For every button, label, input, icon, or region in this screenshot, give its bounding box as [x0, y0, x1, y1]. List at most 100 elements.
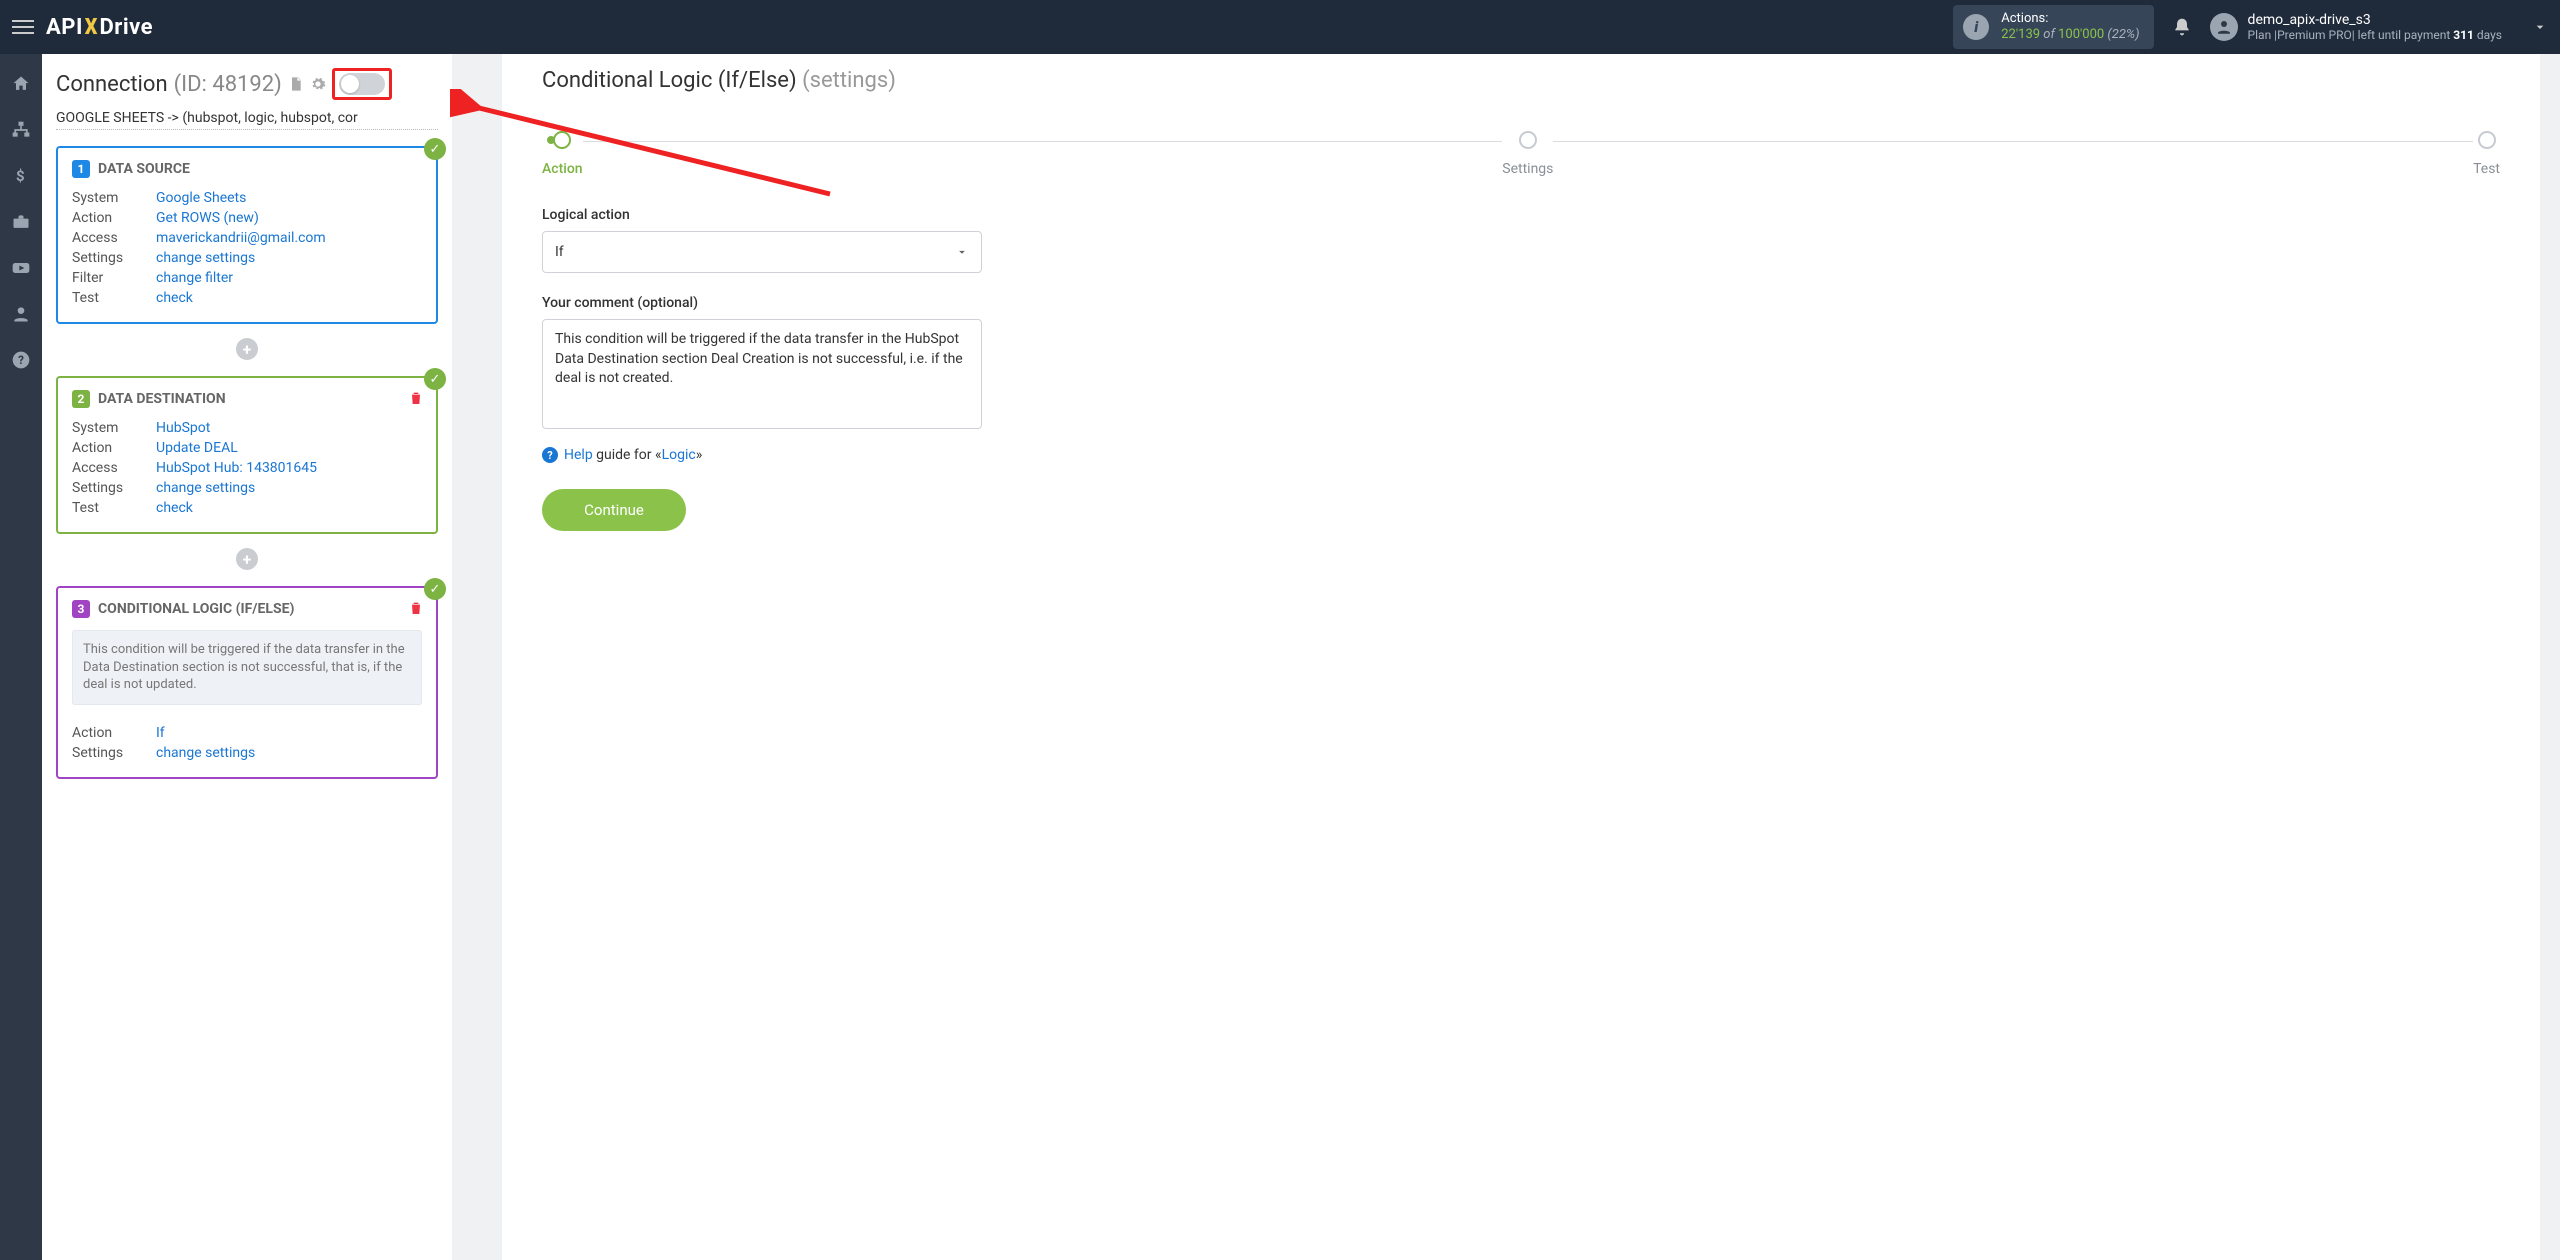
- card-number: 3: [72, 600, 90, 618]
- card-description: This condition will be triggered if the …: [72, 630, 422, 705]
- sitemap-icon[interactable]: [11, 120, 31, 140]
- menu-icon[interactable]: [12, 16, 34, 38]
- brand-part2: Drive: [99, 15, 153, 40]
- user-plan: Plan |Premium PRO| left until payment 31…: [2248, 28, 2502, 42]
- kv-link[interactable]: If: [156, 725, 165, 741]
- step-action[interactable]: Action: [542, 131, 583, 177]
- trash-icon[interactable]: [408, 390, 424, 406]
- kv-link[interactable]: check: [156, 500, 193, 516]
- help-link[interactable]: Help: [564, 447, 593, 463]
- connection-panel: Connection (ID: 48192) GOOGLE SHEETS -> …: [42, 54, 452, 1260]
- chevron-down-icon[interactable]: [2502, 19, 2548, 35]
- user-menu[interactable]: demo_apix-drive_s3 Plan |Premium PRO| le…: [2210, 12, 2502, 42]
- connection-path: GOOGLE SHEETS -> (hubspot, logic, hubspo…: [56, 110, 438, 130]
- stepper: Action Settings Test: [542, 131, 2500, 177]
- user-icon[interactable]: [11, 304, 31, 324]
- step-test[interactable]: Test: [2473, 131, 2500, 177]
- card-data-source[interactable]: ✓ 1 DATA SOURCE SystemGoogle SheetsActio…: [56, 146, 438, 324]
- kv-link[interactable]: Google Sheets: [156, 190, 246, 206]
- connection-title: Connection (ID: 48192): [56, 68, 438, 100]
- add-button[interactable]: +: [236, 338, 258, 360]
- kv-key: Test: [72, 500, 144, 516]
- info-icon: i: [1963, 14, 1989, 40]
- connection-toggle[interactable]: [339, 73, 385, 95]
- document-icon[interactable]: [288, 76, 304, 92]
- card-title: CONDITIONAL LOGIC (IF/ELSE): [98, 601, 294, 617]
- kv-key: Action: [72, 725, 144, 741]
- kv-row: System Google Sheets: [72, 188, 422, 208]
- card-conditional-logic[interactable]: ✓ 3 CONDITIONAL LOGIC (IF/ELSE) This con…: [56, 586, 438, 779]
- check-icon: ✓: [424, 578, 446, 600]
- kv-key: Test: [72, 290, 144, 306]
- kv-link[interactable]: change settings: [156, 480, 255, 496]
- kv-link[interactable]: HubSpot Hub: 143801645: [156, 460, 317, 476]
- kv-row: Action Update DEAL: [72, 438, 422, 458]
- logical-action-label: Logical action: [542, 207, 2500, 223]
- comment-textarea[interactable]: [542, 319, 982, 429]
- kv-key: System: [72, 190, 144, 206]
- check-icon: ✓: [424, 368, 446, 390]
- comment-label: Your comment (optional): [542, 295, 2500, 311]
- kv-link[interactable]: change settings: [156, 745, 255, 761]
- kv-key: Action: [72, 210, 144, 226]
- user-name: demo_apix-drive_s3: [2248, 12, 2502, 28]
- briefcase-icon[interactable]: [11, 212, 31, 232]
- kv-link[interactable]: maverickandrii@gmail.com: [156, 230, 326, 246]
- kv-key: Settings: [72, 480, 144, 496]
- brand-part1: API: [46, 15, 83, 40]
- left-rail: $ ?: [0, 54, 42, 1260]
- kv-link[interactable]: change filter: [156, 270, 233, 286]
- continue-button[interactable]: Continue: [542, 489, 686, 531]
- card-number: 2: [72, 390, 90, 408]
- svg-text:?: ?: [18, 353, 24, 367]
- kv-link[interactable]: change settings: [156, 250, 255, 266]
- kv-key: Action: [72, 440, 144, 456]
- card-number: 1: [72, 160, 90, 178]
- kv-link[interactable]: Get ROWS (new): [156, 210, 259, 226]
- actions-total: 100'000: [2058, 27, 2104, 42]
- kv-link[interactable]: Update DEAL: [156, 440, 238, 456]
- actions-count: 22'139: [2001, 27, 2040, 42]
- help-icon[interactable]: ?: [11, 350, 31, 370]
- step-settings[interactable]: Settings: [1502, 131, 1553, 177]
- kv-key: Settings: [72, 745, 144, 761]
- kv-key: Filter: [72, 270, 144, 286]
- kv-row: Test check: [72, 498, 422, 518]
- youtube-icon[interactable]: [11, 258, 31, 278]
- kv-row: Action Get ROWS (new): [72, 208, 422, 228]
- kv-key: Access: [72, 460, 144, 476]
- card-title: DATA DESTINATION: [98, 391, 226, 407]
- card-title: DATA SOURCE: [98, 161, 190, 177]
- kv-row: Filter change filter: [72, 268, 422, 288]
- page-title: Conditional Logic (If/Else) (settings): [542, 68, 2500, 93]
- kv-row: Settings change settings: [72, 743, 422, 763]
- kv-row: Settings change settings: [72, 478, 422, 498]
- help-line: ? Help guide for «Logic»: [542, 447, 2500, 463]
- brand-logo[interactable]: APIXDrive: [46, 15, 153, 40]
- check-icon: ✓: [424, 138, 446, 160]
- kv-key: Settings: [72, 250, 144, 266]
- gear-icon[interactable]: [310, 76, 326, 92]
- top-nav: APIXDrive i Actions: 22'139 of 100'000 (…: [0, 0, 2560, 54]
- trash-icon[interactable]: [408, 600, 424, 616]
- select-value: If: [555, 244, 564, 260]
- bell-icon[interactable]: [2172, 17, 2192, 37]
- actions-counter[interactable]: i Actions: 22'139 of 100'000 (22%): [1953, 5, 2153, 50]
- chevron-down-icon: [955, 245, 969, 259]
- kv-row: Action If: [72, 723, 422, 743]
- settings-panel: Conditional Logic (If/Else) (settings) A…: [502, 54, 2540, 1260]
- avatar-icon: [2210, 13, 2238, 41]
- kv-row: Test check: [72, 288, 422, 308]
- add-button[interactable]: +: [236, 548, 258, 570]
- dollar-icon[interactable]: $: [11, 166, 31, 186]
- kv-key: Access: [72, 230, 144, 246]
- card-data-destination[interactable]: ✓ 2 DATA DESTINATION SystemHubSpotAction…: [56, 376, 438, 534]
- kv-row: Settings change settings: [72, 248, 422, 268]
- kv-link[interactable]: HubSpot: [156, 420, 210, 436]
- home-icon[interactable]: [11, 74, 31, 94]
- kv-link[interactable]: check: [156, 290, 193, 306]
- help-icon: ?: [542, 447, 558, 463]
- logic-link[interactable]: Logic: [662, 447, 696, 463]
- kv-row: Access HubSpot Hub: 143801645: [72, 458, 422, 478]
- logical-action-select[interactable]: If: [542, 231, 982, 273]
